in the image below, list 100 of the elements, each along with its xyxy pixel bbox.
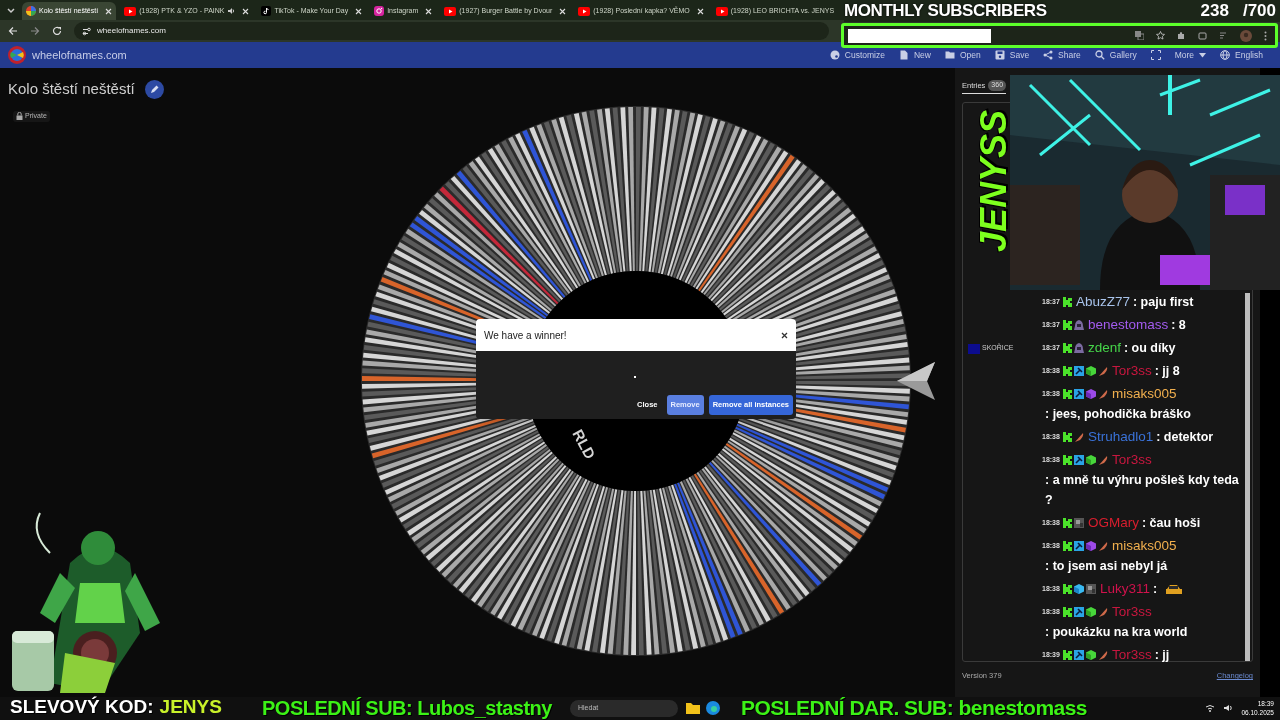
menu-button[interactable]: More (1167, 45, 1214, 65)
hammer-badge-icon (1073, 389, 1084, 399)
promo-code: JENYS (159, 695, 222, 719)
extensions-icon[interactable] (1198, 31, 1207, 40)
menu-button[interactable]: Gallery (1087, 45, 1144, 65)
speaker-icon[interactable] (227, 7, 236, 15)
menu-button[interactable]: New (891, 45, 938, 65)
chat-username: Tor3ss (1111, 646, 1152, 664)
chat-message: : detektor (1156, 429, 1214, 446)
puzzle-icon[interactable] (1177, 31, 1186, 40)
play-icon (444, 6, 457, 16)
chat-message: : (1152, 581, 1158, 598)
address-field[interactable]: wheelofnames.com (74, 22, 829, 40)
cube-badge-icon (1085, 455, 1096, 465)
chevron-badge-icon (1062, 320, 1072, 330)
hammer-badge-icon (1073, 607, 1084, 617)
site-title[interactable]: wheelofnames.com (32, 46, 127, 64)
play-icon (578, 6, 591, 16)
cube-badge-icon (1085, 650, 1096, 660)
chat-username: AbuzZ77 (1075, 293, 1130, 311)
share-icon (1043, 50, 1054, 60)
folder-icon (944, 50, 955, 60)
last-gift-text: POSLEDNÍ DAR. SUB: benestomass (741, 696, 1087, 720)
hooded-figure-icon (1073, 320, 1084, 330)
cube-badge-icon (1085, 607, 1096, 617)
pixel-art-icon (1085, 584, 1096, 594)
logo-icon[interactable] (8, 46, 26, 64)
translate-icon[interactable] (1135, 31, 1144, 40)
chat-username: Tor3ss (1111, 603, 1152, 621)
feather-badge-icon (1097, 366, 1108, 376)
palette-icon (829, 50, 840, 60)
feather-badge-icon (1097, 389, 1108, 399)
chat-username: benestomass (1087, 316, 1169, 334)
camera-icon (374, 6, 385, 16)
hammer-badge-icon (1073, 366, 1084, 376)
wifi-icon[interactable] (1205, 704, 1216, 712)
reload-icon[interactable] (52, 26, 62, 36)
menu-button[interactable]: English (1213, 45, 1270, 65)
more-icon[interactable] (1264, 30, 1267, 41)
close-icon[interactable] (781, 331, 788, 339)
chat-message: : poukázku na kra world (1045, 624, 1188, 641)
pencil-icon (149, 84, 159, 94)
folder-icon[interactable] (686, 701, 700, 715)
wheel-label: RLD (569, 426, 599, 462)
hammer-badge-icon (1073, 650, 1084, 660)
lock-icon (16, 112, 23, 121)
cube-badge-icon (1073, 584, 1084, 594)
chevron-badge-icon (1062, 343, 1072, 353)
promo-label: SLEVOVÝ KOD: (10, 695, 154, 719)
hammer-badge-icon (1073, 455, 1084, 465)
last-sub-text: POSLEDNÍ SUB: Lubos_stastny (262, 696, 552, 720)
search-icon (1094, 50, 1105, 60)
play-icon (715, 6, 728, 16)
stream-logo: JENYSS (972, 109, 1015, 253)
cube-badge-icon (1085, 366, 1096, 376)
goal-count: 238 (1200, 0, 1229, 23)
scrollbar-thumb[interactable] (1245, 293, 1250, 662)
chat-message: : to jsem asi nebyl já (1045, 558, 1168, 575)
chevron-badge-icon (1062, 432, 1072, 442)
caret-icon (1199, 52, 1207, 58)
feather-badge-icon (1097, 541, 1108, 551)
wheel-title: Kolo štěstí neštěstí (8, 79, 135, 99)
chat-username: misaks005 (1111, 537, 1177, 555)
chevron-badge-icon (1062, 455, 1072, 465)
chevron-badge-icon (1062, 389, 1072, 399)
browser-icon[interactable] (706, 701, 720, 715)
feather-badge-icon (1097, 607, 1108, 617)
pointer-icon (897, 362, 937, 400)
cube-badge-icon (1085, 389, 1096, 399)
dialog-title: We have a winner! (484, 328, 567, 343)
note-icon (261, 6, 272, 16)
chevron-badge-icon (1062, 518, 1072, 528)
chat-username: Tor3ss (1111, 451, 1152, 469)
hooded-figure-icon (1073, 343, 1084, 353)
save-icon (994, 50, 1005, 60)
back-icon[interactable] (8, 26, 18, 36)
chat-message: : a mně tu výhru pošleš kdy teda ? (1045, 472, 1240, 509)
chat-message: : 8 (1171, 317, 1186, 334)
chat-message: : paju first (1132, 294, 1194, 311)
forward-icon[interactable] (30, 26, 40, 36)
goal-label: MONTHLY SUBSCRIBERS (844, 0, 1047, 23)
fullscreen-icon (1150, 50, 1161, 60)
feather-badge-icon (1097, 455, 1108, 465)
menu-button[interactable]: Open (937, 45, 988, 65)
chat-username: Luky311 (1099, 580, 1150, 598)
chat-username: Struhadlo1 (1087, 428, 1154, 446)
chat-username: OGMary (1087, 514, 1139, 532)
edit-button[interactable] (144, 79, 164, 99)
hammer-badge-icon (1073, 541, 1084, 551)
chevron-badge-icon (1062, 607, 1072, 617)
goal-target: /700 (1242, 0, 1276, 23)
chevron-badge-icon (1062, 366, 1072, 376)
chevron-badge-icon (1062, 297, 1072, 307)
wheel-icon (26, 6, 36, 16)
chevron-badge-icon (1062, 541, 1072, 551)
chat-message: : ou díky (1123, 340, 1176, 357)
chat-message: : jj 8 (1154, 363, 1180, 380)
volume-icon[interactable] (1223, 704, 1234, 712)
media-icon[interactable] (1219, 31, 1228, 40)
star-icon[interactable] (1156, 31, 1165, 40)
